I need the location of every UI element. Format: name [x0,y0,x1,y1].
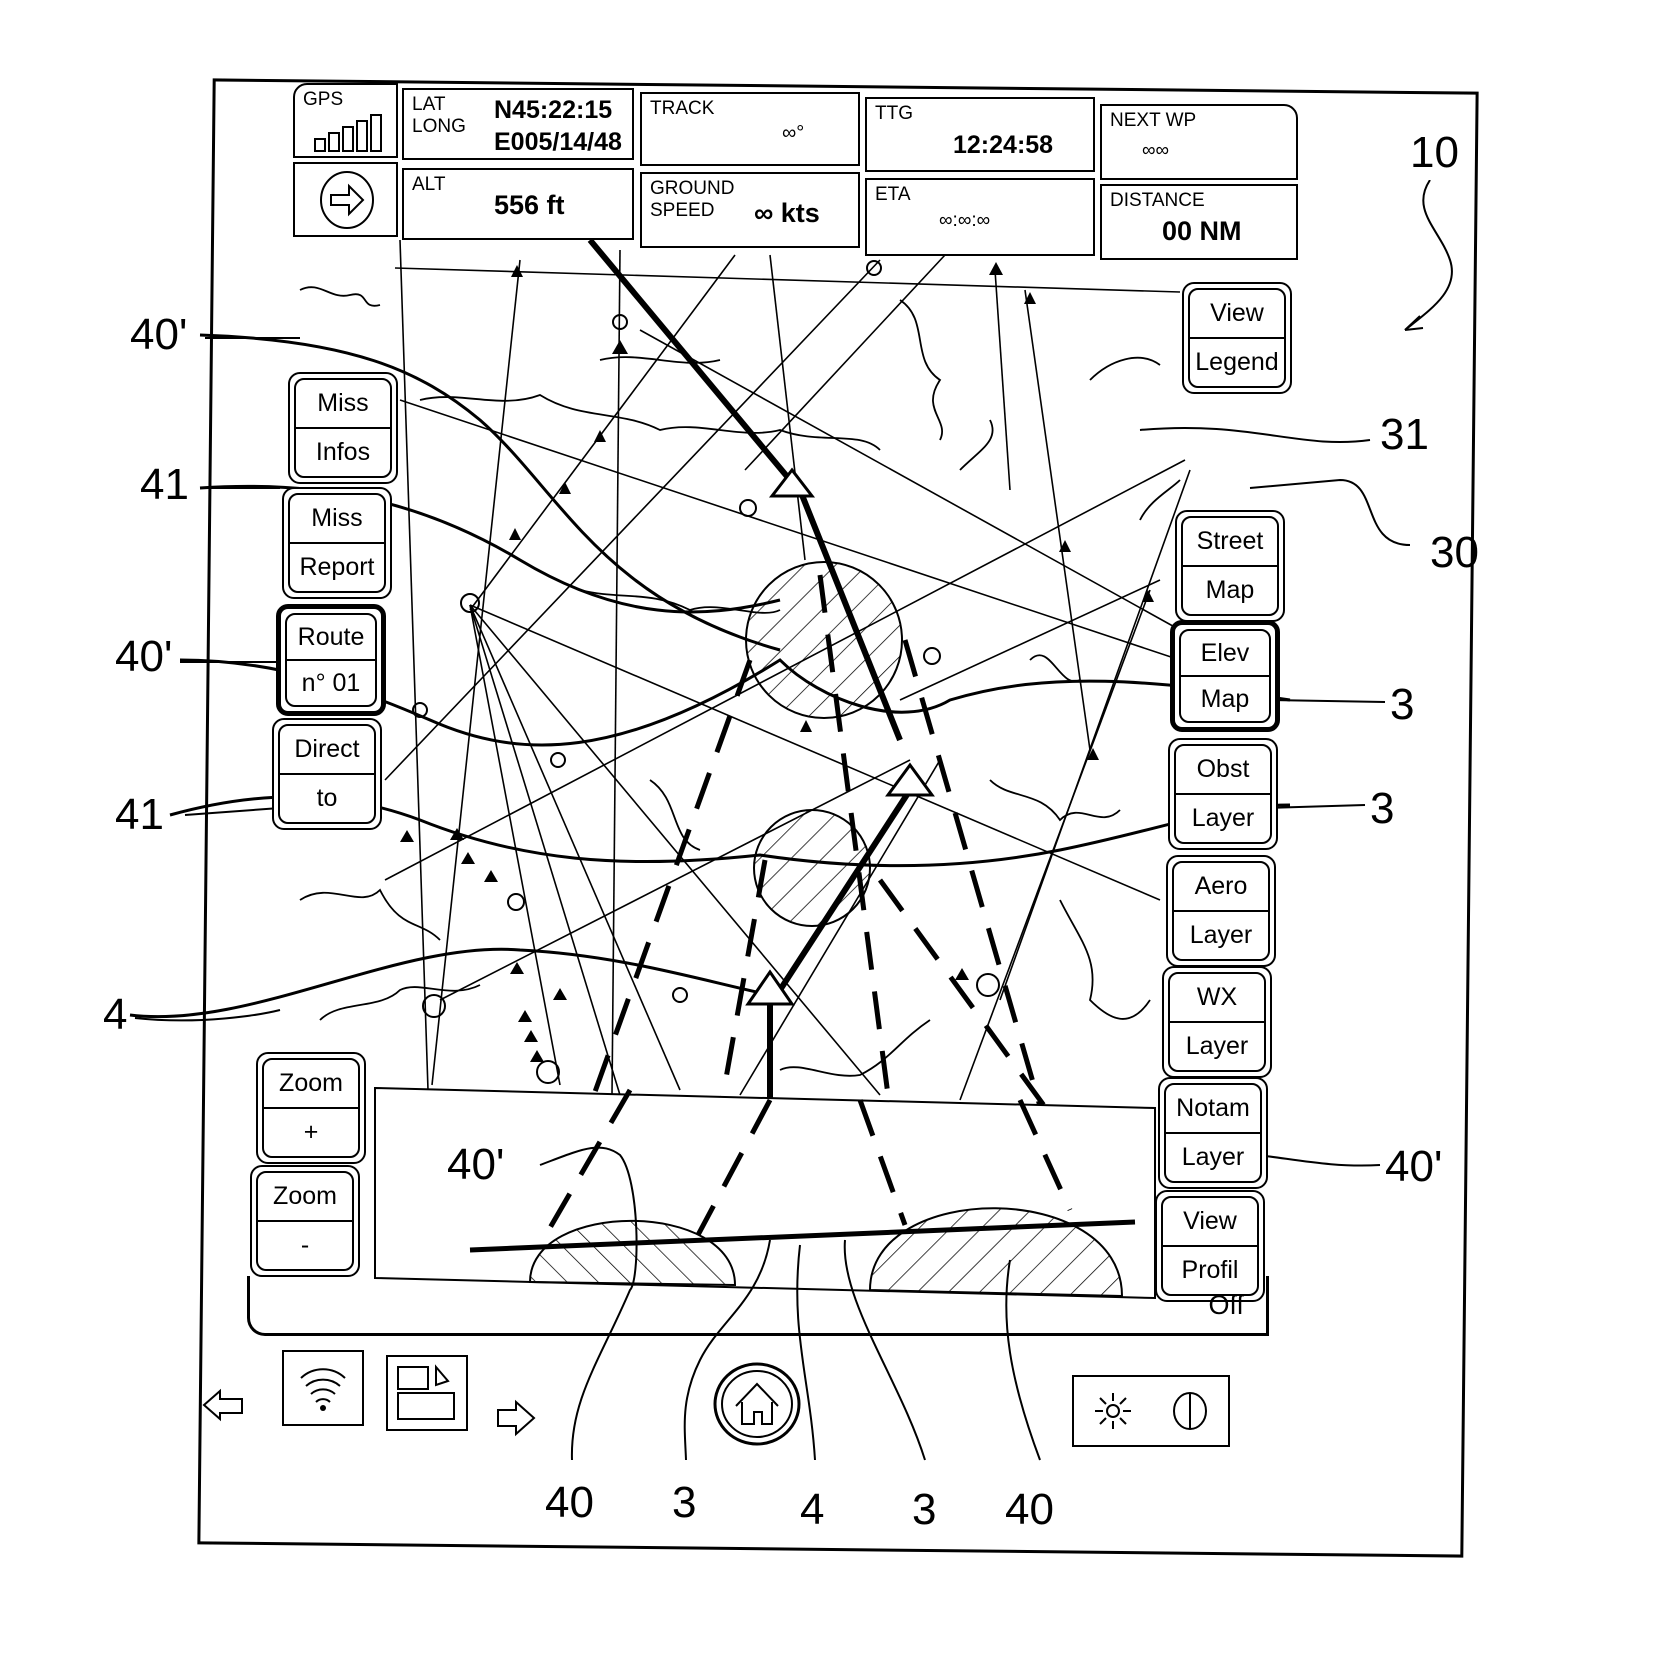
ref-label-40prime-c: 40' [1385,1142,1443,1191]
windows-icon [397,1364,455,1420]
btn-label-2: n° 01 [301,668,361,697]
ref-label-3-a: 3 [1390,680,1415,729]
windows-button[interactable] [386,1355,468,1431]
profile-toggle-bar[interactable]: Off [247,1276,1269,1336]
btn-label-2: Map [1205,576,1255,604]
wx-layer-button[interactable]: WX Layer [1162,966,1272,1078]
btn-label-2: Layer [1189,921,1253,949]
btn-label-1: Obst [1176,746,1270,795]
route-waypoints[interactable] [745,467,935,1006]
system-settings-box [1072,1375,1230,1447]
notam-layer-button[interactable]: Notam Layer [1158,1077,1268,1189]
street-map-button[interactable]: Street Map [1175,510,1285,622]
elevation-map[interactable] [0,0,1676,1680]
btn-label-1: Zoom [258,1173,352,1222]
btn-label-2: Layer [1181,1143,1245,1171]
btn-label-1: Street [1183,518,1277,567]
arrow-right-icon[interactable] [494,1396,544,1440]
ref-label-30: 30 [1430,528,1479,577]
btn-label-2: Layer [1185,1032,1249,1060]
sun-icon[interactable] [1093,1391,1133,1431]
wireless-icon [300,1368,346,1411]
navaid-symbols[interactable] [412,260,1000,1084]
btn-label-2: Legend [1195,348,1279,376]
miss-report-button[interactable]: Miss Report [282,487,392,599]
ref-label-40-a: 40 [545,1478,594,1527]
ref-label-3-b: 3 [1370,784,1395,833]
ref-label-40prime-a: 40' [130,310,188,359]
btn-label-1: View [1163,1198,1257,1247]
ref-label-40prime-d: 40' [447,1140,505,1189]
btn-label-1: Direct [280,726,374,775]
btn-label-1: Route [287,615,375,661]
btn-label-2: Map [1200,684,1250,713]
ref-label-4: 4 [103,990,128,1039]
ref-label-41-b: 41 [115,790,164,839]
home-button[interactable] [712,1362,804,1446]
btn-label-2: Layer [1191,804,1255,832]
profile-off-label[interactable]: Off [1208,1290,1244,1321]
miss-infos-button[interactable]: Miss Infos [288,372,398,484]
ref-label-4-b: 4 [800,1485,825,1534]
wireless-button[interactable] [282,1350,364,1426]
btn-label-2: + [303,1118,319,1146]
btn-label-1: WX [1170,974,1264,1023]
btn-label-2: - [300,1231,310,1259]
btn-label-1: Elev [1181,631,1269,677]
btn-label-1: View [1190,290,1284,339]
btn-label-2: Report [299,553,375,581]
ref-label-41-a: 41 [140,460,189,509]
terrain-conflict-zone-1[interactable] [745,561,903,719]
btn-label-1: Notam [1166,1085,1260,1134]
btn-label-1: Aero [1174,863,1268,912]
zoom-out-button[interactable]: Zoom - [250,1165,360,1277]
route-n01-button[interactable]: Route n° 01 [276,604,386,716]
arrow-left-icon[interactable] [200,1385,250,1425]
btn-label-1: Miss [296,380,390,429]
ref-label-3-d: 3 [912,1485,937,1534]
zoom-in-button[interactable]: Zoom + [256,1052,366,1164]
home-icon [735,1382,779,1425]
aero-layer-button[interactable]: Aero Layer [1166,855,1276,967]
btn-label-2: Infos [315,438,371,466]
btn-label-2: to [316,784,338,812]
obst-layer-button[interactable]: Obst Layer [1168,738,1278,850]
ref-label-40-b: 40 [1005,1485,1054,1534]
power-icon[interactable] [1170,1389,1210,1433]
btn-label-1: Zoom [264,1060,358,1109]
btn-label-1: Miss [290,495,384,544]
elev-map-button[interactable]: Elev Map [1170,620,1280,732]
ref-label-31: 31 [1380,410,1429,459]
ref-label-3-c: 3 [672,1478,697,1527]
direct-to-menu-button[interactable]: Direct to [272,718,382,830]
view-legend-button[interactable]: View Legend [1182,282,1292,394]
ref-label-40prime-b: 40' [115,632,173,681]
